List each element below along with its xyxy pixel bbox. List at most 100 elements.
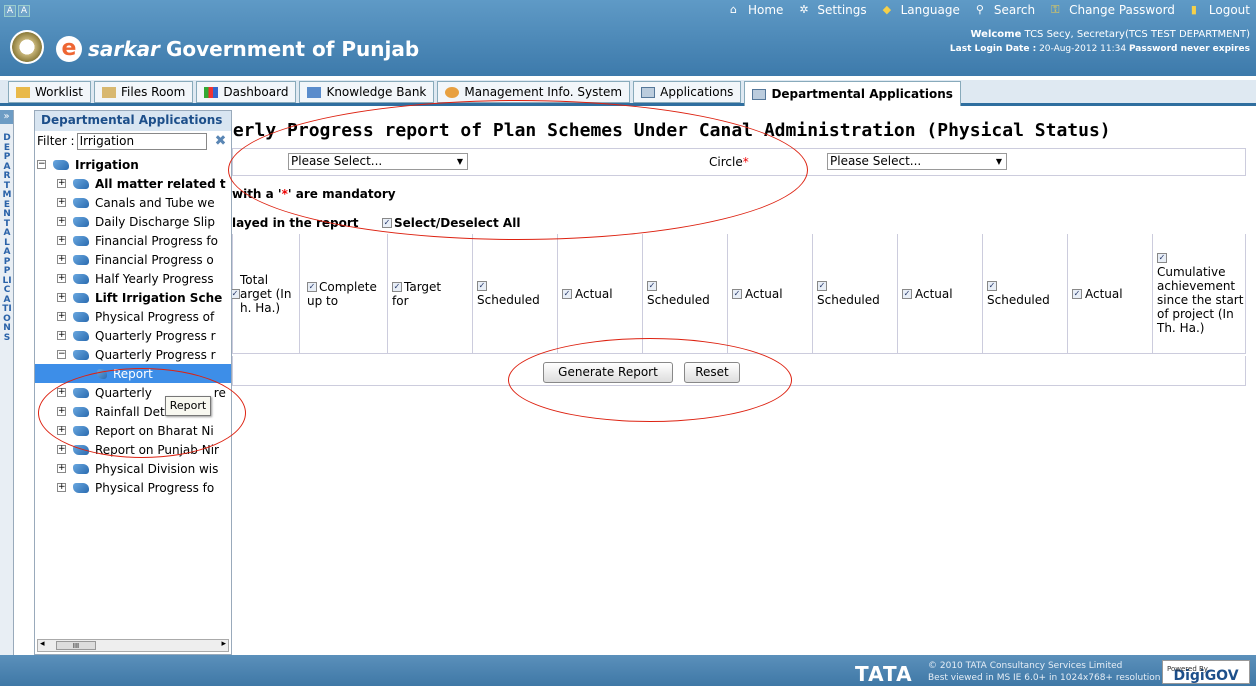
column-checkbox[interactable]: ✓ bbox=[232, 289, 240, 299]
expand-icon[interactable]: + bbox=[57, 217, 66, 226]
tab-applications[interactable]: Applications bbox=[633, 81, 742, 103]
collapse-icon[interactable]: − bbox=[37, 160, 46, 169]
tree-item[interactable]: + Physical Progress fo bbox=[57, 478, 214, 497]
expand-icon[interactable]: + bbox=[57, 255, 66, 264]
expand-icon[interactable]: + bbox=[57, 198, 66, 207]
tree-item[interactable]: − Quarterly Progress r bbox=[57, 345, 216, 364]
tab-departmental-applications[interactable]: Departmental Applications bbox=[744, 81, 961, 106]
scroll-left-button[interactable]: ◂ bbox=[40, 639, 45, 649]
folder-icon bbox=[73, 273, 89, 284]
brand-government: Government of Punjab bbox=[165, 37, 420, 61]
folder-icon bbox=[16, 86, 30, 98]
column-checkbox[interactable]: ✓ bbox=[1072, 289, 1082, 299]
search-link[interactable]: ⚲ Search bbox=[976, 3, 1035, 17]
language-icon: ◆ bbox=[882, 3, 892, 16]
side-strip: » DEPARTMENTAL APPLICATIONS bbox=[0, 110, 14, 655]
column-option[interactable]: ✓ Scheduled bbox=[813, 234, 898, 354]
language-link[interactable]: ◆ Language bbox=[883, 3, 960, 17]
folder-icon bbox=[73, 482, 89, 493]
column-option[interactable]: ✓ Actual bbox=[898, 234, 983, 354]
expand-icon[interactable]: + bbox=[57, 445, 66, 454]
folder-icon bbox=[53, 159, 69, 170]
home-link[interactable]: ⌂ Home bbox=[730, 3, 783, 17]
column-checkbox[interactable]: ✓ bbox=[817, 281, 827, 291]
circle-select[interactable]: Please Select... ▼ bbox=[827, 153, 1007, 170]
column-option[interactable]: ✓ Scheduled bbox=[983, 234, 1068, 354]
dropdown-arrow-icon: ▼ bbox=[995, 157, 1002, 166]
column-grid: ✓Totalarget (Inh. Ha.)✓Completeup toComp… bbox=[232, 234, 1246, 354]
column-option[interactable]: ✓TargetforTarget for bbox=[388, 234, 473, 354]
column-option[interactable]: ✓ Actual bbox=[558, 234, 643, 354]
column-option[interactable]: ✓Completeup toComplete up to bbox=[303, 234, 388, 354]
tree-item[interactable]: + Physical Division wis bbox=[57, 459, 218, 478]
tree-item[interactable]: + Canals and Tube we bbox=[57, 193, 215, 212]
collapse-icon[interactable]: − bbox=[57, 350, 66, 359]
column-option[interactable]: ✓ Total arget (In h. Ha.) bbox=[232, 234, 300, 354]
column-checkbox[interactable]: ✓ bbox=[307, 282, 317, 292]
logout-link[interactable]: ▮ Logout bbox=[1191, 3, 1250, 17]
column-checkbox[interactable]: ✓ bbox=[477, 281, 487, 291]
tree-item[interactable]: + Daily Discharge Slip bbox=[57, 212, 215, 231]
folder-icon bbox=[73, 349, 89, 360]
welcome-info: Welcome TCS Secy, Secretary(TCS TEST DEP… bbox=[949, 29, 1250, 54]
brand-sarkar: sarkar bbox=[88, 37, 160, 61]
folder-icon bbox=[73, 330, 89, 341]
scroll-right-button[interactable]: ▸ bbox=[221, 639, 226, 649]
settings-link[interactable]: ✲ Settings bbox=[799, 3, 866, 17]
annotation-ellipse bbox=[228, 100, 808, 240]
expand-panel-button[interactable]: » bbox=[0, 110, 13, 124]
column-option[interactable]: ✓ Scheduled bbox=[473, 234, 558, 354]
tree-item[interactable]: + Financial Progress o bbox=[57, 250, 214, 269]
font-increase-button[interactable]: A bbox=[18, 5, 30, 17]
expand-icon[interactable]: + bbox=[57, 274, 66, 283]
column-checkbox[interactable]: ✓ bbox=[987, 281, 997, 291]
punjab-emblem-logo bbox=[10, 30, 44, 64]
change-password-link[interactable]: ⚿ Change Password bbox=[1051, 3, 1175, 17]
folder-icon bbox=[73, 463, 89, 474]
column-checkbox[interactable]: ✓ bbox=[732, 289, 742, 299]
tree-item[interactable]: + Financial Progress fo bbox=[57, 231, 218, 250]
tab-worklist[interactable]: Worklist bbox=[8, 81, 92, 103]
tab-knowledge-bank[interactable]: Knowledge Bank bbox=[299, 81, 435, 103]
logout-icon: ▮ bbox=[1190, 3, 1197, 16]
folder-icon bbox=[73, 292, 89, 303]
tab-files-room[interactable]: Files Room bbox=[94, 81, 194, 103]
esarkar-logo-icon: e bbox=[56, 36, 82, 62]
tree-item[interactable]: + Quarterly Progress r bbox=[57, 326, 216, 345]
column-checkbox[interactable]: ✓ bbox=[647, 281, 657, 291]
welcome-user: TCS Secy, Secretary(TCS TEST DEPARTMENT) bbox=[1021, 29, 1250, 40]
clear-filter-icon[interactable]: ✖ bbox=[215, 133, 227, 149]
tree-item[interactable]: + Physical Progress of bbox=[57, 307, 214, 326]
column-option[interactable]: ✓ Cumulative achievement since the start … bbox=[1153, 234, 1247, 354]
column-checkbox[interactable]: ✓ bbox=[562, 289, 572, 299]
pie-chart-icon bbox=[445, 86, 460, 98]
column-option[interactable]: ✓ Actual bbox=[728, 234, 813, 354]
font-decrease-button[interactable]: A bbox=[4, 5, 16, 17]
column-checkbox[interactable]: ✓ bbox=[902, 289, 912, 299]
column-checkbox[interactable]: ✓ bbox=[1157, 253, 1167, 263]
expand-icon[interactable]: + bbox=[57, 179, 66, 188]
top-links: ⌂ Home ✲ Settings ◆ Language ⚲ Search ⚿ Chang… bbox=[730, 3, 1250, 17]
expand-icon[interactable]: + bbox=[57, 293, 66, 302]
tab-dashboard[interactable]: Dashboard bbox=[196, 81, 297, 103]
column-checkbox[interactable]: ✓ bbox=[392, 282, 402, 292]
tree-item[interactable]: + Half Yearly Progress bbox=[57, 269, 214, 288]
expand-icon[interactable]: + bbox=[57, 331, 66, 340]
column-option[interactable]: ✓ Actual bbox=[1068, 234, 1153, 354]
column-option[interactable]: ✓ Scheduled bbox=[643, 234, 728, 354]
expand-icon[interactable]: + bbox=[57, 312, 66, 321]
tree-item[interactable]: + Lift Irrigation Sche bbox=[57, 288, 222, 307]
tree-root-irrigation[interactable]: − Irrigation bbox=[37, 155, 139, 174]
expand-icon[interactable]: + bbox=[57, 236, 66, 245]
filter-input[interactable]: Irrigation bbox=[76, 132, 207, 150]
expand-icon[interactable]: + bbox=[57, 464, 66, 473]
scroll-thumb[interactable]: III bbox=[56, 641, 96, 650]
horizontal-scrollbar[interactable]: ◂ III ▸ bbox=[37, 639, 229, 652]
folder-icon bbox=[73, 178, 89, 189]
filter-row: Filter : Irrigation ✖ bbox=[37, 132, 227, 150]
folder-icon bbox=[73, 235, 89, 246]
tooltip: Report bbox=[165, 396, 211, 416]
expand-icon[interactable]: + bbox=[57, 483, 66, 492]
tree-item[interactable]: + All matter related t bbox=[57, 174, 226, 193]
tata-logo: TATA bbox=[855, 662, 913, 686]
